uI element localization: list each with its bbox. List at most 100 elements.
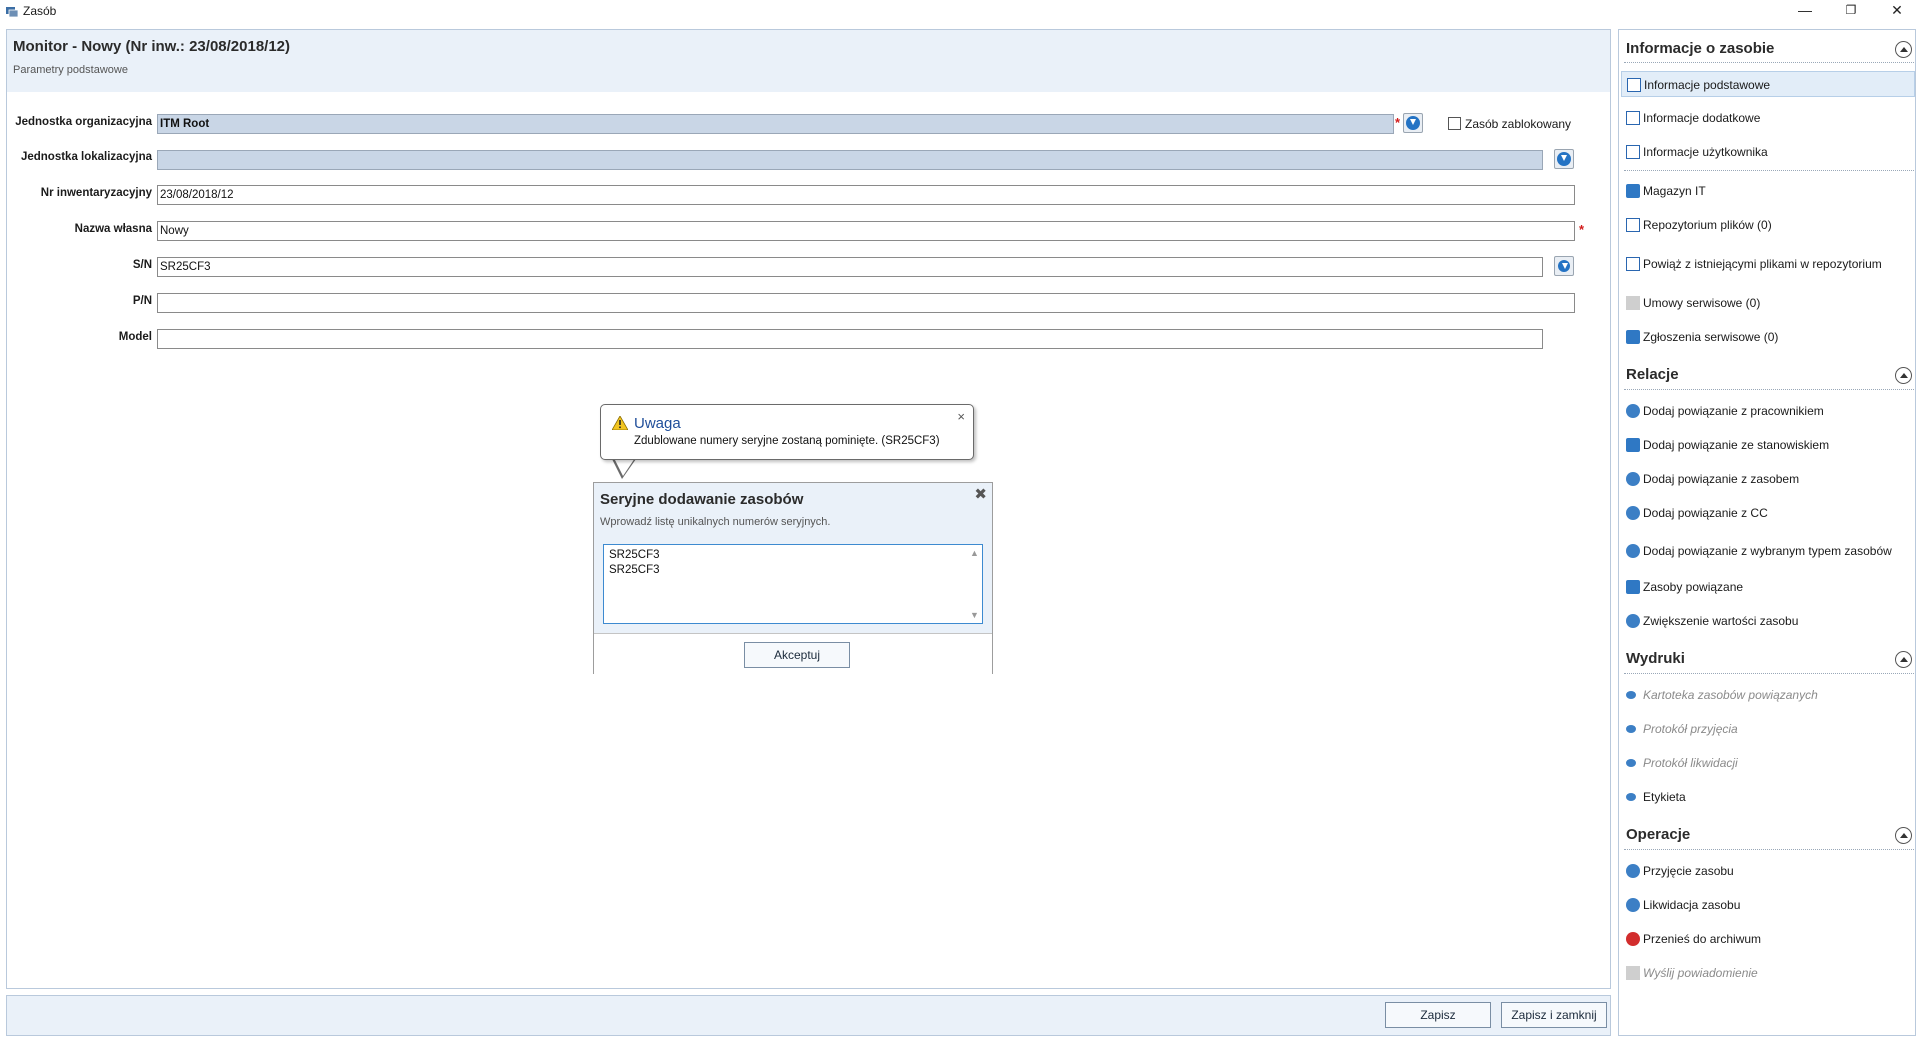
restore-button[interactable]: ❐ [1828,0,1874,22]
sidebar: Informacje o zasobie Informacje podstawo… [1618,29,1916,1036]
sn-label: S/N [132,259,152,271]
sidebar-item-label: Przenieś do archiwum [1643,932,1762,946]
header-band: Monitor - Nowy (Nr inw.: 23/08/2018/12) … [7,30,1610,92]
own-name-field[interactable]: Nowy [157,221,1575,241]
collapse-relations-icon[interactable] [1895,367,1912,384]
sidebar-item-label: Protokół przyjęcia [1643,722,1738,736]
section-title-relations: Relacje [1626,366,1679,383]
sidebar-item-link-employee[interactable]: Dodaj powiązanie z pracownikiem [1621,398,1915,424]
sidebar-item-label: Magazyn IT [1643,184,1706,198]
page-title: Monitor - Nowy (Nr inw.: 23/08/2018/12) [13,38,291,55]
related-assets-icon [1626,580,1640,594]
archive-icon [1626,932,1640,946]
pn-field[interactable] [157,293,1575,313]
link-files-icon [1626,257,1640,271]
sidebar-item-accept-asset[interactable]: Przyjęcie zasobu [1621,858,1915,884]
locked-checkbox[interactable] [1448,117,1461,130]
page-subtitle: Parametry podstawowe [13,64,128,76]
sidebar-item-user-info[interactable]: Informacje użytkownika [1621,139,1915,165]
sidebar-item-file-repo[interactable]: Repozytorium plików (0) [1621,212,1915,238]
balloon-title: Uwaga [634,415,681,432]
cc-link-icon [1626,506,1640,520]
loc-unit-pick-button[interactable] [1554,149,1574,169]
sidebar-item-print-label[interactable]: Etykieta [1621,784,1915,810]
sn-serial-button[interactable] [1554,256,1574,276]
info-basic-icon [1627,78,1641,92]
sidebar-item-print-related: Kartoteka zasobów powiązanych [1621,682,1915,708]
bottom-action-bar: Zapisz Zapisz i zamknij [6,995,1611,1036]
close-window-button[interactable]: ✕ [1874,0,1920,22]
warehouse-icon [1626,184,1640,198]
dialog-title: Seryjne dodawanie zasobów [600,491,804,508]
model-field[interactable] [157,329,1543,349]
textarea-scrollbar[interactable]: ▲ ▼ [967,546,981,622]
sidebar-item-label: Zasoby powiązane [1643,580,1744,594]
sidebar-item-service-contracts[interactable]: Umowy serwisowe (0) [1621,290,1915,316]
sidebar-item-label: Dodaj powiązanie z pracownikiem [1643,404,1824,418]
print-icon [1626,793,1636,801]
sidebar-item-archive[interactable]: Przenieś do archiwum [1621,926,1915,952]
sidebar-item-label: Wyślij powiadomienie [1643,966,1758,980]
section-divider [1624,673,1914,674]
accept-button[interactable]: Akceptuj [744,642,850,668]
user-info-icon [1626,145,1640,159]
accept-asset-icon [1626,864,1640,878]
sidebar-item-link-asset[interactable]: Dodaj powiązanie z zasobem [1621,466,1915,492]
collapse-info-icon[interactable] [1895,41,1912,58]
sidebar-item-label: Powiąż z istniejącymi plikami w repozyto… [1643,257,1882,271]
sidebar-item-value-increase[interactable]: Zwiększenie wartości zasobu [1621,608,1915,634]
print-icon [1626,691,1636,699]
employee-link-icon [1626,404,1640,418]
collapse-operations-icon[interactable] [1895,827,1912,844]
section-title-info: Informacje o zasobie [1626,40,1775,57]
serial-numbers-textarea[interactable]: SR25CF3 SR25CF3 ▲ ▼ [603,544,983,624]
loc-unit-field[interactable] [157,150,1543,170]
collapse-prints-icon[interactable] [1895,651,1912,668]
sidebar-item-print-liquidation: Protokół likwidacji [1621,750,1915,776]
sidebar-item-label: Przyjęcie zasobu [1643,864,1734,878]
org-unit-pick-button[interactable] [1403,113,1423,133]
org-unit-field[interactable]: ITM Root [157,114,1394,134]
sidebar-item-label: Protokół likwidacji [1643,756,1738,770]
sidebar-item-basic-info[interactable]: Informacje podstawowe [1621,71,1915,97]
sidebar-item-liquidate-asset[interactable]: Likwidacja zasobu [1621,892,1915,918]
own-name-required-mark: * [1579,222,1585,237]
dialog-footer: Akceptuj [594,633,992,675]
sidebar-item-service-tickets[interactable]: Zgłoszenia serwisowe (0) [1621,324,1915,350]
sidebar-item-related-assets[interactable]: Zasoby powiązane [1621,574,1915,600]
sidebar-item-link-workstation[interactable]: Dodaj powiązanie ze stanowiskiem [1621,432,1915,458]
sidebar-item-label: Repozytorium plików (0) [1643,218,1772,232]
org-unit-required-mark: * [1395,115,1401,130]
sidebar-item-label: Umowy serwisowe (0) [1643,296,1761,310]
loc-unit-label: Jednostka lokalizacyjna [20,151,152,163]
section-divider [1624,849,1914,850]
asset-link-icon [1626,472,1640,486]
model-label: Model [118,331,152,343]
sidebar-item-extra-info[interactable]: Informacje dodatkowe [1621,105,1915,131]
inv-number-label: Nr inwentaryzacyjny [40,187,152,199]
sidebar-item-link-cc[interactable]: Dodaj powiązanie z CC [1621,500,1915,526]
save-close-button[interactable]: Zapisz i zamknij [1501,1002,1607,1028]
scroll-down-icon: ▼ [970,610,979,620]
sidebar-item-label: Informacje dodatkowe [1643,111,1761,125]
sidebar-item-label: Informacje użytkownika [1643,145,1768,159]
balloon-close-button[interactable]: × [957,409,965,424]
section-divider [1624,62,1914,63]
minimize-button[interactable]: — [1782,0,1828,22]
refresh-icon [1558,260,1570,272]
balloon-tail-inner [614,458,635,476]
sidebar-item-label: Dodaj powiązanie ze stanowiskiem [1643,438,1830,452]
inv-number-field[interactable]: 23/08/2018/12 [157,185,1575,205]
sidebar-item-it-warehouse[interactable]: Magazyn IT [1621,178,1915,204]
save-button[interactable]: Zapisz [1385,1002,1491,1028]
window-title: Zasób [23,4,57,18]
pn-label: P/N [132,295,152,307]
sidebar-item-label: Kartoteka zasobów powiązanych [1643,688,1818,702]
dialog-close-button[interactable]: ✖ [974,485,987,503]
section-title-operations: Operacje [1626,826,1691,843]
sidebar-item-link-asset-type[interactable]: Dodaj powiązanie z wybranym typem zasobó… [1621,538,1915,564]
sidebar-item-link-files[interactable]: Powiąż z istniejącymi plikami w repozyto… [1621,251,1915,277]
dialog-header: Seryjne dodawanie zasobów ✖ Wprowadź lis… [594,483,992,633]
sn-field[interactable]: SR25CF3 [157,257,1543,277]
dialog-subtitle: Wprowadź listę unikalnych numerów seryjn… [600,516,831,528]
